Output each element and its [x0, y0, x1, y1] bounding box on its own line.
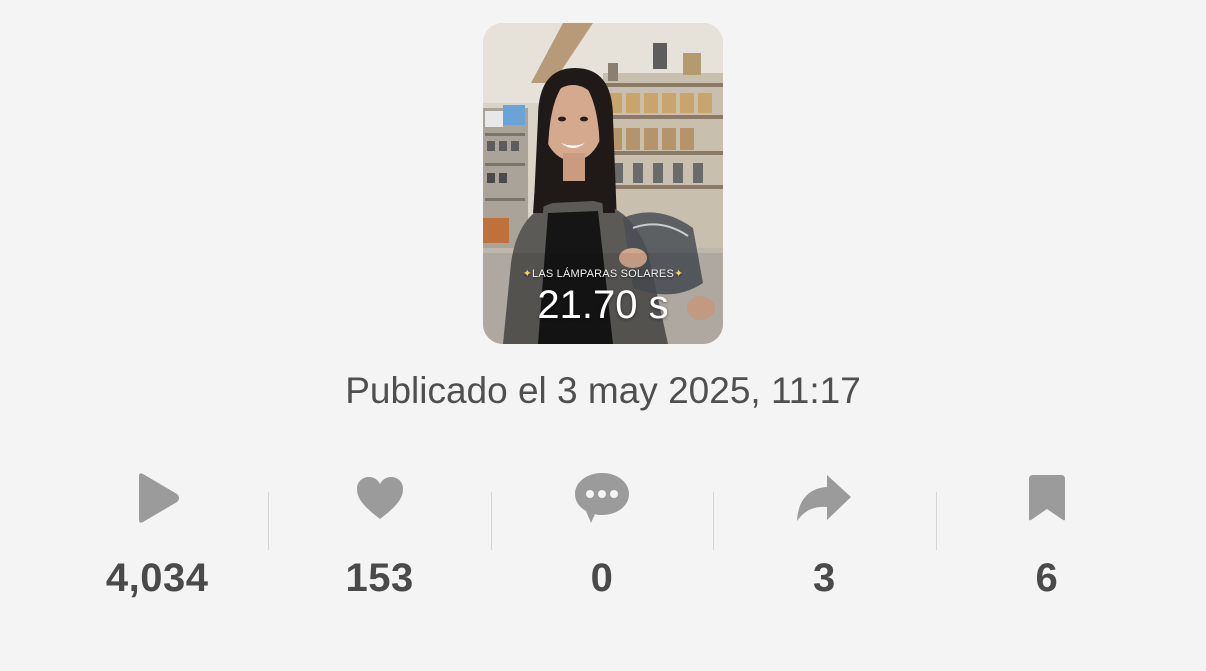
- play-icon: [127, 468, 187, 528]
- stat-comments: 0: [490, 468, 713, 608]
- video-duration: 21.70 s: [537, 283, 669, 327]
- stat-saves: 6: [935, 468, 1158, 608]
- stat-views: 4,034: [46, 468, 268, 608]
- published-date: Publicado el 3 may 2025, 11:17: [345, 370, 861, 411]
- comment-icon: [572, 468, 632, 528]
- stat-shares: 3: [713, 468, 935, 608]
- stat-likes: 153: [268, 468, 490, 608]
- shares-count: 3: [813, 556, 836, 600]
- sparkle-icon: ✦: [522, 268, 533, 280]
- views-count: 4,034: [105, 556, 209, 600]
- video-stats-screen: ✦LAS LÁMPARAS SOLARES✦ 21.70 s Publicado…: [0, 0, 1206, 671]
- likes-count: 153: [345, 556, 414, 600]
- share-icon: [794, 468, 854, 528]
- heart-icon: [350, 468, 410, 528]
- video-overlay-caption: ✦LAS LÁMPARAS SOLARES✦: [483, 267, 723, 280]
- bookmark-icon: [1017, 468, 1077, 528]
- comments-count: 0: [590, 556, 614, 600]
- video-thumbnail[interactable]: ✦LAS LÁMPARAS SOLARES✦ 21.70 s: [483, 23, 723, 344]
- stats-row: 4,034 153 0 3 6: [46, 468, 1158, 608]
- overlay-caption-text: LAS LÁMPARAS SOLARES: [532, 268, 674, 280]
- sparkle-icon: ✦: [673, 268, 684, 280]
- saves-count: 6: [1035, 556, 1059, 600]
